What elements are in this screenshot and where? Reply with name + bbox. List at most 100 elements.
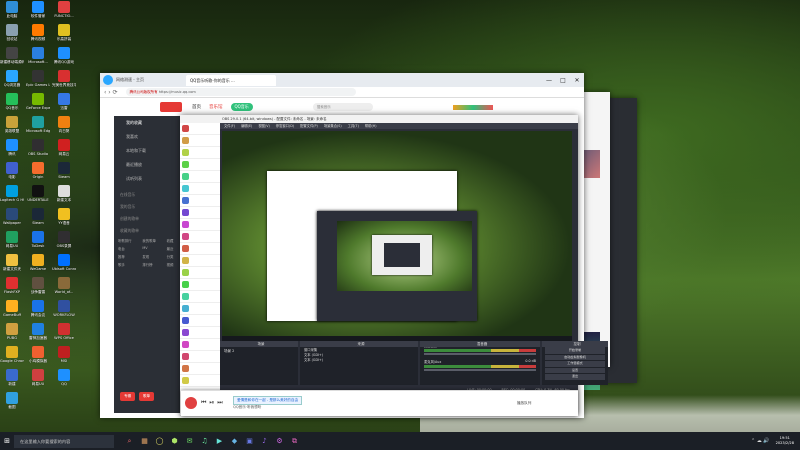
close-button[interactable]: ✕: [570, 77, 584, 84]
control-button[interactable]: 启动虚拟摄像机: [545, 354, 605, 361]
list-item[interactable]: [180, 303, 220, 315]
sidebar-cell[interactable]: 听歌排行: [118, 238, 139, 243]
sidebar-cell[interactable]: 电台: [118, 246, 139, 251]
volume-slider[interactable]: [424, 369, 536, 371]
list-item[interactable]: [180, 315, 220, 327]
player-controls[interactable]: ⏮⏯⏭: [201, 399, 226, 407]
list-item[interactable]: [180, 135, 220, 147]
desktop-icon[interactable]: Steam: [26, 208, 50, 226]
desktop-icon[interactable]: 腾讯会议: [26, 300, 50, 318]
desktop-icon[interactable]: QQ: [52, 369, 76, 387]
desktop-icon[interactable]: YY语音: [52, 208, 76, 226]
sidebar-cell[interactable]: 发现: [142, 254, 163, 259]
taskbar-app-icon[interactable]: ⌕: [122, 434, 137, 449]
list-item[interactable]: [180, 171, 220, 183]
control-button[interactable]: 设置: [545, 367, 605, 374]
desktop-icon[interactable]: PUBG: [0, 323, 24, 341]
control-button[interactable]: 工作室模式: [545, 361, 605, 367]
nav-home[interactable]: 首页: [192, 104, 201, 110]
obs-menu-item[interactable]: 文件(F): [224, 123, 235, 129]
back-icon[interactable]: ‹ › ⟳: [104, 89, 118, 96]
desktop-icon[interactable]: 网易云: [52, 139, 76, 157]
desktop-icon[interactable]: 软件管家: [26, 1, 50, 19]
desktop-icon[interactable]: 小鸡模拟器: [26, 346, 50, 364]
sidebar-cell[interactable]: 推荐: [118, 254, 139, 259]
desktop-icon[interactable]: WORKFLOW: [52, 300, 76, 318]
desktop-icon[interactable]: Microsoft Edge: [26, 116, 50, 134]
taskbar-app-icon[interactable]: ⬢: [167, 434, 182, 449]
desktop-icon[interactable]: Wallpaper: [0, 208, 24, 226]
sidebar-cell[interactable]: MV: [142, 246, 163, 251]
footer-button[interactable]: 专辑: [120, 392, 135, 401]
list-item[interactable]: [180, 207, 220, 219]
taskbar-app-icon[interactable]: ▦: [137, 434, 152, 449]
desktop-icon[interactable]: WeGame: [26, 254, 50, 272]
list-item[interactable]: [180, 291, 220, 303]
list-item[interactable]: [180, 339, 220, 351]
desktop-icon[interactable]: Logitech G HUB: [0, 185, 24, 203]
search-input[interactable]: 搜索音乐: [312, 103, 373, 111]
desktop-icon[interactable]: 新建移动端源码: [0, 47, 24, 65]
desktop-icon[interactable]: MSI: [52, 346, 76, 364]
desktop-icon[interactable]: 完美世界竞技平台: [52, 70, 76, 88]
desktop-icon[interactable]: Steam: [52, 162, 76, 180]
address-field[interactable]: 腾讯公司版权所有 https://music.qq.com: [125, 88, 356, 96]
desktop-icon[interactable]: ToDesk: [26, 231, 50, 249]
taskbar-app-icon[interactable]: ♫: [197, 434, 212, 449]
desktop-icon[interactable]: Epic Games Launcher: [26, 70, 50, 88]
obs-menu-item[interactable]: 场景集合(S): [324, 123, 342, 129]
obs-menu-item[interactable]: 停靠窗口(D): [276, 123, 294, 129]
list-item[interactable]: [180, 363, 220, 375]
list-item[interactable]: [180, 183, 220, 195]
obs-menu-item[interactable]: 工具(T): [348, 123, 359, 129]
desktop-icon[interactable]: 战争雷霆: [26, 277, 50, 295]
scene-item[interactable]: 场景 2: [220, 349, 298, 354]
list-item[interactable]: [180, 231, 220, 243]
desktop-icon[interactable]: Microsoft...: [26, 47, 50, 65]
desktop-icon[interactable]: FlashFXP: [0, 277, 24, 295]
user-badges[interactable]: [452, 104, 493, 110]
taskbar-app-icon[interactable]: ◆: [227, 434, 242, 449]
desktop-icon[interactable]: 新建文本: [52, 185, 76, 203]
tab-1[interactable]: 网络测速 - 主页: [116, 77, 186, 83]
maximize-button[interactable]: □: [556, 77, 570, 84]
desktop-icon[interactable]: Ubisoft Connect: [52, 254, 76, 272]
desktop-icon[interactable]: Google Chrome: [0, 346, 24, 364]
list-item[interactable]: [180, 243, 220, 255]
taskbar-app-icon[interactable]: ⧉: [287, 434, 302, 449]
list-item[interactable]: [180, 255, 220, 267]
clock[interactable]: 19:51 2023/2/28: [776, 436, 794, 446]
obs-menu-item[interactable]: 视图(V): [258, 123, 269, 129]
source-item[interactable]: 文本 (GDI+): [304, 358, 414, 363]
obs-menu-item[interactable]: 编辑(E): [241, 123, 252, 129]
desktop-icon[interactable]: QQ音乐: [0, 93, 24, 111]
list-item[interactable]: [180, 279, 220, 291]
desktop-icon[interactable]: World_of...: [52, 277, 76, 295]
desktop-icon[interactable]: FUNCTIO...: [52, 1, 76, 19]
sidebar-cell[interactable]: 我的歌单: [142, 238, 163, 243]
desktop-icon[interactable]: 网易UU: [26, 369, 50, 387]
taskbar-search[interactable]: 在这里输入你要搜索的内容: [14, 434, 114, 448]
desktop-icon[interactable]: QQ浏览器: [0, 70, 24, 88]
desktop-icon[interactable]: 新建文件夹: [0, 254, 24, 272]
list-item[interactable]: [180, 375, 220, 387]
desktop-icon[interactable]: 乐高拼装: [52, 24, 76, 42]
desktop-icon[interactable]: UNDERTALE: [26, 185, 50, 203]
start-button-icon[interactable]: ⊞: [0, 434, 14, 449]
list-item[interactable]: [180, 219, 220, 231]
taskbar-app-icon[interactable]: ✉: [182, 434, 197, 449]
control-button[interactable]: 开始录制: [545, 348, 605, 354]
taskbar-app-icon[interactable]: ♪: [257, 434, 272, 449]
taskbar-app-icon[interactable]: ⚙: [272, 434, 287, 449]
desktop-icon[interactable]: 腾讯视频: [26, 24, 50, 42]
desktop-icon[interactable]: WPS Office: [52, 323, 76, 341]
list-item[interactable]: [180, 147, 220, 159]
desktop-icon[interactable]: 腾讯: [0, 139, 24, 157]
list-item[interactable]: [180, 123, 220, 135]
desktop-icon[interactable]: 电影: [0, 162, 24, 180]
desktop-icon[interactable]: Origin: [26, 162, 50, 180]
play-queue-button[interactable]: 播放队列: [517, 401, 531, 406]
desktop-icon[interactable]: OBS录屏: [52, 231, 76, 249]
sidebar-cell[interactable]: 歌手: [118, 262, 139, 267]
desktop-icon[interactable]: 向日葵: [52, 116, 76, 134]
